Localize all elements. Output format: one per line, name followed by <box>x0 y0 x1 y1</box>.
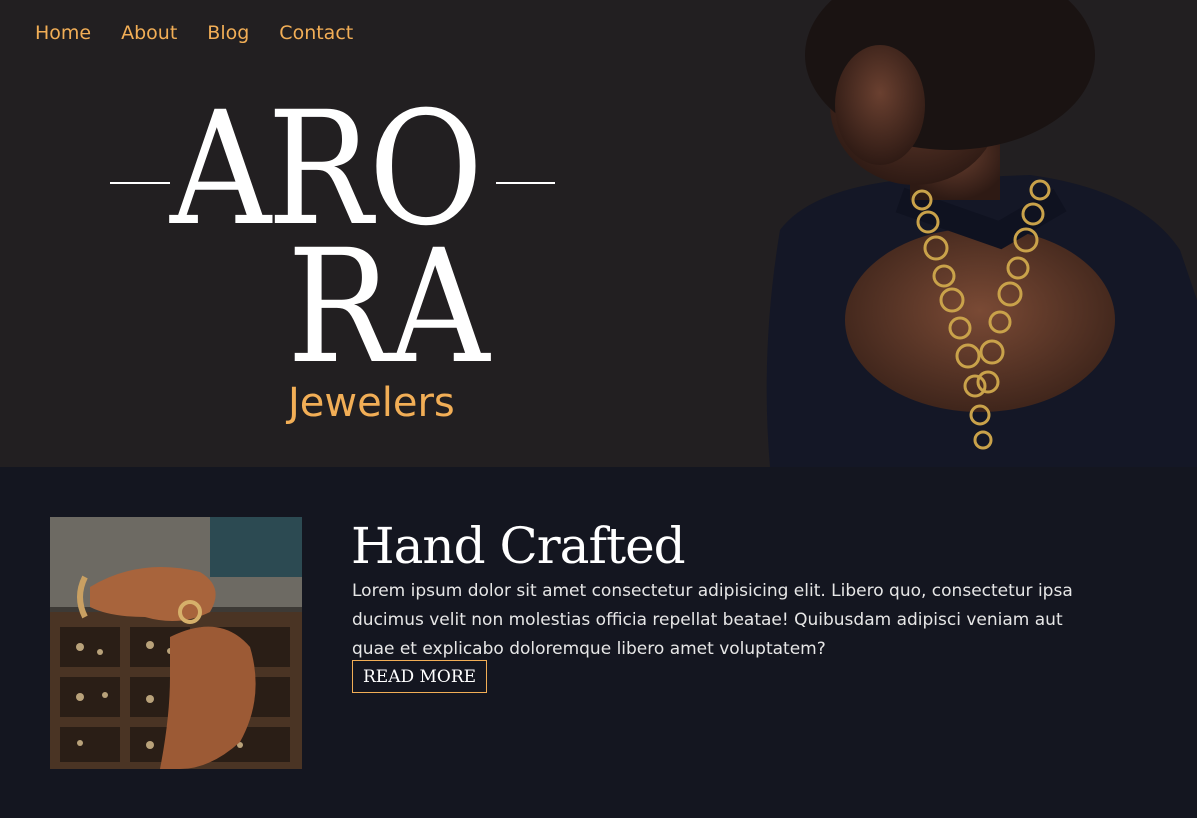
hand-crafted-section: Hand Crafted Lorem ipsum dolor sit amet … <box>0 467 1197 818</box>
nav-contact-link[interactable]: Contact <box>279 20 353 46</box>
section-description: Lorem ipsum dolor sit amet consectetur a… <box>352 581 1073 659</box>
nav-home-link[interactable]: Home <box>35 20 91 46</box>
nav-about-link[interactable]: About <box>121 20 177 46</box>
hero-woman-necklace-image <box>700 0 1197 467</box>
main-nav: Home About Blog Contact <box>35 20 383 46</box>
section-title: Hand Crafted <box>351 517 686 575</box>
read-more-button[interactable]: READ MORE <box>352 660 488 693</box>
page: Home About Blog Contact ARO RA Jewelers <box>0 0 1197 818</box>
logo-subtitle: Jewelers <box>288 380 455 426</box>
logo-line-2: RA <box>287 216 490 400</box>
logo-divider-left <box>110 182 170 184</box>
nav-blog-link[interactable]: Blog <box>207 20 249 46</box>
hero: Home About Blog Contact ARO RA Jewelers <box>0 0 1197 467</box>
logo-divider-right <box>496 182 555 184</box>
craftsman-hands-ring-image <box>50 517 302 769</box>
